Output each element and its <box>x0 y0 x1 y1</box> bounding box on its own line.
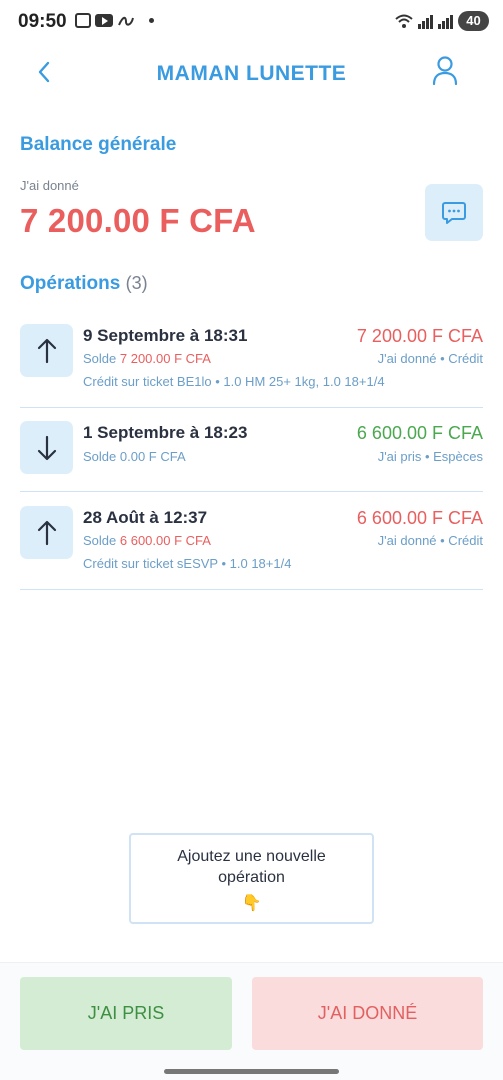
bottom-action-bar: J'AI PRIS J'AI DONNÉ <box>0 962 503 1080</box>
operation-direction-icon <box>20 324 73 377</box>
operations-count: (3) <box>125 273 148 293</box>
youtube-icon <box>95 14 113 27</box>
signal-icon <box>418 13 433 29</box>
operations-title: Opérations (3) <box>20 273 148 295</box>
more-notifications-icon <box>149 18 154 23</box>
arrow-up-icon <box>37 338 56 363</box>
operation-solde: Solde 7 200.00 F CFA <box>83 351 211 366</box>
jai-donne-button[interactable]: J'AI DONNÉ <box>252 977 483 1050</box>
operation-row[interactable]: 28 Août à 12:37 6 600.00 F CFA Solde 6 6… <box>20 492 483 590</box>
app-header: MAMAN LUNETTE <box>0 52 503 96</box>
home-indicator[interactable] <box>164 1069 339 1074</box>
operation-amount: 6 600.00 F CFA <box>356 508 483 528</box>
operation-date: 1 Septembre à 18:23 <box>83 423 248 442</box>
operation-date: 9 Septembre à 18:31 <box>83 326 248 345</box>
operation-row[interactable]: 9 Septembre à 18:31 7 200.00 F CFA Solde… <box>20 310 483 408</box>
chat-bubble-icon <box>442 201 466 224</box>
balance-label: J'ai donné <box>20 178 79 193</box>
pointing-down-icon: 👇 <box>241 895 262 912</box>
operation-direction-icon <box>20 506 73 559</box>
operation-type: J'ai pris • Espèces <box>377 449 483 464</box>
solde-value: 6 600.00 F CFA <box>119 533 211 548</box>
battery-icon: 40 <box>458 11 489 31</box>
profile-button[interactable] <box>427 52 463 88</box>
solde-label: Solde <box>83 449 117 464</box>
signal-icon-2 <box>438 13 453 29</box>
status-bar: 09:50 40 <box>0 0 503 44</box>
arrow-up-icon <box>37 520 56 545</box>
solde-label: Solde <box>83 351 117 366</box>
screenshot-icon <box>75 13 91 28</box>
system-icons: 40 <box>395 11 489 31</box>
link-icon <box>118 16 134 26</box>
operation-amount: 6 600.00 F CFA <box>356 423 483 443</box>
notification-icons <box>75 13 154 28</box>
operation-date: 28 Août à 12:37 <box>83 508 208 527</box>
solde-value: 7 200.00 F CFA <box>119 351 211 366</box>
operation-detail: Crédit sur ticket sESVP • 1.0 18+1/4 <box>83 556 292 571</box>
solde-label: Solde <box>83 533 117 548</box>
operation-solde: Solde 6 600.00 F CFA <box>83 533 211 548</box>
operation-solde: Solde 0.00 F CFA <box>83 449 186 464</box>
status-time: 09:50 <box>18 11 67 32</box>
operation-type: J'ai donné • Crédit <box>377 351 483 366</box>
message-button[interactable] <box>425 184 483 241</box>
add-operation-button[interactable]: Ajoutez une nouvelle opération 👇 <box>129 833 374 924</box>
operations-list: 9 Septembre à 18:31 7 200.00 F CFA Solde… <box>20 310 483 590</box>
balance-amount: 7 200.00 F CFA <box>20 202 256 239</box>
user-icon <box>432 56 458 85</box>
balance-title: Balance générale <box>20 134 177 155</box>
solde-value: 0.00 F CFA <box>119 449 186 464</box>
operation-direction-icon <box>20 421 73 474</box>
operation-amount: 7 200.00 F CFA <box>356 326 483 346</box>
wifi-icon <box>395 14 413 28</box>
operation-detail: Crédit sur ticket BE1lo • 1.0 HM 25+ 1kg… <box>83 374 385 389</box>
add-operation-label: Ajoutez une nouvelle opération <box>177 848 326 886</box>
operations-title-label: Opérations <box>20 273 121 294</box>
arrow-down-icon <box>37 435 56 460</box>
operation-row[interactable]: 1 Septembre à 18:23 6 600.00 F CFA Solde… <box>20 408 483 492</box>
jai-pris-button[interactable]: J'AI PRIS <box>20 977 232 1050</box>
operation-type: J'ai donné • Crédit <box>377 533 483 548</box>
